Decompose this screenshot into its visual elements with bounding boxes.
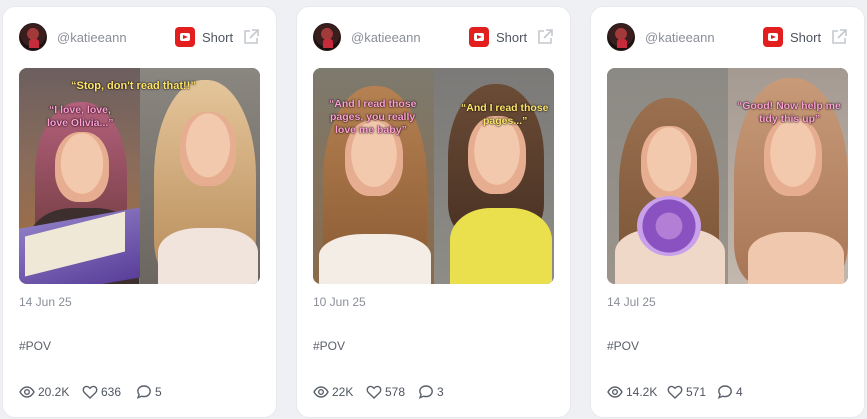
post-date: 14 Jun 25 (19, 295, 72, 309)
video-caption: “And I read those (461, 102, 549, 114)
external-link-icon[interactable] (830, 28, 848, 46)
heart-icon (366, 385, 382, 399)
heart-icon (667, 385, 683, 399)
video-thumbnail[interactable]: “Stop, don't read that!!” “I love, love,… (19, 68, 260, 284)
eye-icon (19, 386, 35, 398)
thumbnail-right-panel (139, 68, 260, 284)
video-caption: “And I read those (329, 98, 417, 110)
comments-count: 4 (736, 385, 743, 399)
youtube-icon (175, 27, 195, 47)
youtube-icon (469, 27, 489, 47)
likes-count: 571 (686, 385, 707, 399)
likes-count: 636 (101, 385, 122, 399)
creator-handle[interactable]: @katieeann (351, 30, 421, 45)
thumbnail-right-panel (433, 68, 554, 284)
eye-icon (313, 386, 329, 398)
video-thumbnail[interactable]: “Good! Now help me tidy this up” (607, 68, 848, 284)
heart-icon (82, 385, 98, 399)
post-type-label: Short (790, 30, 822, 45)
thumbnail-left-panel (607, 68, 728, 284)
video-caption: “Stop, don't read that!!” (71, 80, 196, 92)
post-card[interactable]: @katieeann Short “Good! Now help me tidy… (591, 7, 864, 417)
video-caption: love me baby” (335, 124, 407, 136)
creator-handle[interactable]: @katieeann (645, 30, 715, 45)
thumbnail-left-panel (19, 68, 141, 284)
eye-icon (607, 386, 623, 398)
video-caption: tidy this up” (759, 113, 821, 125)
post-header: @katieeann Short (19, 23, 260, 53)
post-date: 14 Jul 25 (607, 295, 656, 309)
comment-icon (136, 385, 151, 399)
post-date: 10 Jun 25 (313, 295, 366, 309)
video-caption: “Good! Now help me (737, 100, 841, 112)
views-count: 22K (332, 385, 354, 399)
post-hashtag: #POV (607, 339, 640, 353)
post-header: @katieeann Short (607, 23, 848, 53)
post-type-label: Short (202, 30, 234, 45)
views-count: 14.2K (626, 385, 658, 399)
likes-count: 578 (385, 385, 406, 399)
external-link-icon[interactable] (536, 28, 554, 46)
comment-icon (717, 385, 732, 399)
video-caption: love Olivia...” (47, 117, 114, 129)
comment-icon (418, 385, 433, 399)
post-hashtag: #POV (19, 339, 52, 353)
post-card[interactable]: @katieeann Short “And I read those pages… (297, 7, 570, 417)
comments-count: 3 (437, 385, 444, 399)
video-caption: pages, you really (330, 111, 416, 123)
creator-handle[interactable]: @katieeann (57, 30, 127, 45)
youtube-icon (763, 27, 783, 47)
post-header: @katieeann Short (313, 23, 554, 53)
video-caption: pages...” (483, 115, 528, 127)
post-hashtag: #POV (313, 339, 346, 353)
avatar[interactable] (19, 23, 47, 51)
video-thumbnail[interactable]: “And I read those pages, you really love… (313, 68, 554, 284)
views-count: 20.2K (38, 385, 70, 399)
video-caption: “I love, love, (49, 104, 111, 116)
post-type-label: Short (496, 30, 528, 45)
external-link-icon[interactable] (242, 28, 260, 46)
avatar[interactable] (313, 23, 341, 51)
avatar[interactable] (607, 23, 635, 51)
post-card[interactable]: @katieeann Short “Stop, don't read that!… (3, 7, 276, 417)
comments-count: 5 (155, 385, 162, 399)
